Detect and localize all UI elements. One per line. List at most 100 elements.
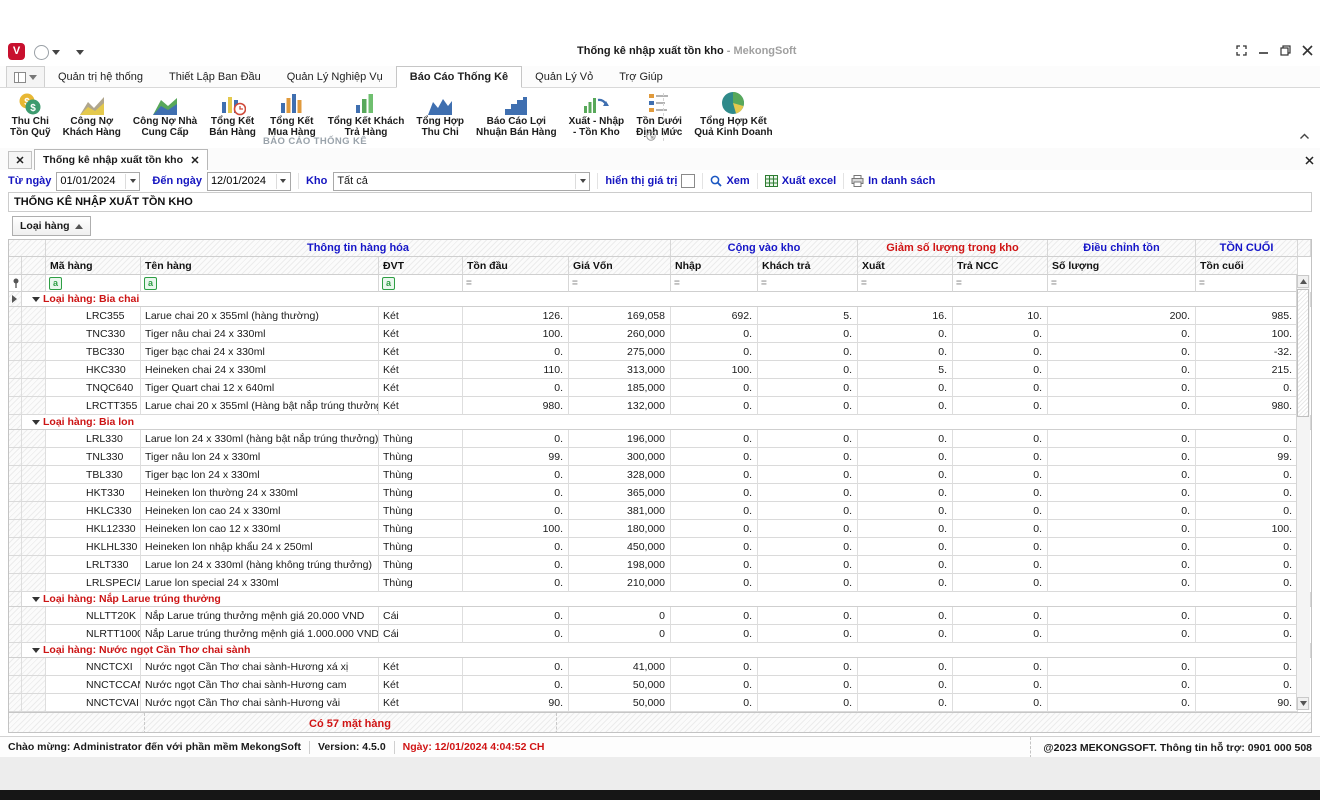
data-cell-mã-hàng[interactable]: LRC355 bbox=[46, 307, 141, 325]
data-cell-số-lượng[interactable]: 0. bbox=[1048, 397, 1196, 415]
warehouse-dropdown-icon[interactable] bbox=[575, 174, 589, 189]
data-cell-số-lượng[interactable]: 0. bbox=[1048, 625, 1196, 643]
data-cell-mã-hàng[interactable]: NNCTCXI bbox=[46, 658, 141, 676]
data-cell-tên-hàng[interactable]: Tiger bạc chai 24 x 330ml bbox=[141, 343, 379, 361]
data-cell-xuất[interactable]: 0. bbox=[858, 325, 953, 343]
data-cell-tên-hàng[interactable]: Larue chai 20 x 355ml (Hàng bật nắp trún… bbox=[141, 397, 379, 415]
data-cell-tồn-đầu[interactable]: 0. bbox=[463, 343, 569, 361]
data-cell-mã-hàng[interactable]: LRLSPECIAL330 bbox=[46, 574, 141, 592]
data-cell-giá-vốn[interactable]: 185,000 bbox=[569, 379, 671, 397]
data-cell-mã-hàng[interactable]: TBC330 bbox=[46, 343, 141, 361]
data-cell-trả-ncc[interactable]: 0. bbox=[953, 361, 1048, 379]
data-cell-mã-hàng[interactable]: HKLC330 bbox=[46, 502, 141, 520]
data-cell-đvt[interactable]: Két bbox=[379, 397, 463, 415]
data-cell-khách-trả[interactable]: 0. bbox=[758, 343, 858, 361]
data-cell-xuất[interactable]: 0. bbox=[858, 556, 953, 574]
data-cell-trả-ncc[interactable]: 0. bbox=[953, 430, 1048, 448]
data-cell-đvt[interactable]: Thùng bbox=[379, 574, 463, 592]
data-cell-mã-hàng[interactable]: TBL330 bbox=[46, 466, 141, 484]
column-header-tên-hàng[interactable]: Tên hàng bbox=[141, 257, 379, 275]
collapse-group-icon[interactable] bbox=[32, 648, 40, 653]
column-header-nhập[interactable]: Nhập bbox=[671, 257, 758, 275]
data-cell-trả-ncc[interactable]: 0. bbox=[953, 694, 1048, 712]
data-cell-tồn-đầu[interactable]: 110. bbox=[463, 361, 569, 379]
data-row[interactable]: NLRTT1000KNắp Larue trúng thưởng mệnh gi… bbox=[9, 625, 1311, 643]
quick-access-dropdown-icon[interactable] bbox=[52, 50, 60, 55]
menu-tab-báo-cáo-thống-kê[interactable]: Báo Cáo Thống Kê bbox=[396, 66, 522, 88]
menu-tab-trợ-giúp[interactable]: Trợ Giúp bbox=[606, 67, 675, 87]
ribbon-item-t-ng-h-p-thu-chi[interactable]: Tổng HợpThu Chi bbox=[410, 90, 470, 138]
data-cell-đvt[interactable]: Thùng bbox=[379, 466, 463, 484]
data-cell-trả-ncc[interactable]: 0. bbox=[953, 556, 1048, 574]
data-cell-số-lượng[interactable]: 0. bbox=[1048, 361, 1196, 379]
data-cell-mã-hàng[interactable]: NNCTCVAI bbox=[46, 694, 141, 712]
data-cell-khách-trả[interactable]: 0. bbox=[758, 502, 858, 520]
filter-cell-mã-hàng[interactable]: a bbox=[46, 275, 141, 292]
group-row[interactable]: Loại hàng: Nước ngọt Cần Thơ chai sành bbox=[9, 643, 1311, 658]
column-header-mã-hàng[interactable]: Mã hàng bbox=[46, 257, 141, 275]
data-row[interactable]: TBL330Tiger bạc lon 24 x 330mlThùng0.328… bbox=[9, 466, 1311, 484]
filter-cell-khách-trả[interactable]: = bbox=[758, 275, 858, 292]
data-cell-nhập[interactable]: 0. bbox=[671, 607, 758, 625]
data-cell-đvt[interactable]: Két bbox=[379, 343, 463, 361]
data-row[interactable]: HKLC330Heineken lon cao 24 x 330mlThùng0… bbox=[9, 502, 1311, 520]
data-cell-xuất[interactable]: 0. bbox=[858, 574, 953, 592]
data-cell-nhập[interactable]: 0. bbox=[671, 466, 758, 484]
data-cell-đvt[interactable]: Két bbox=[379, 379, 463, 397]
data-cell-số-lượng[interactable]: 0. bbox=[1048, 430, 1196, 448]
data-cell-giá-vốn[interactable]: 196,000 bbox=[569, 430, 671, 448]
ribbon-item-c-ng-n-nh-cung-c-p[interactable]: Công Nợ NhàCung Cấp bbox=[127, 90, 203, 138]
data-cell-tên-hàng[interactable]: Heineken lon cao 24 x 330ml bbox=[141, 502, 379, 520]
data-cell-xuất[interactable]: 0. bbox=[858, 625, 953, 643]
data-cell-tồn-cuối[interactable]: 215. bbox=[1196, 361, 1298, 379]
filter-cell-xuất[interactable]: = bbox=[858, 275, 953, 292]
data-cell-tên-hàng[interactable]: Larue lon 24 x 330ml (hàng không trúng t… bbox=[141, 556, 379, 574]
data-cell-xuất[interactable]: 16. bbox=[858, 307, 953, 325]
column-header-tồn-cuối[interactable]: Tồn cuối bbox=[1196, 257, 1298, 275]
from-date-dropdown-icon[interactable] bbox=[125, 174, 139, 189]
data-cell-giá-vốn[interactable]: 0 bbox=[569, 625, 671, 643]
data-cell-xuất[interactable]: 5. bbox=[858, 361, 953, 379]
ribbon-item-t-ng-h-p-k-t-qu-kinh-doanh[interactable]: Tổng Hợp KếtQuả Kinh Doanh bbox=[688, 90, 778, 138]
data-cell-tồn-đầu[interactable]: 100. bbox=[463, 325, 569, 343]
data-cell-nhập[interactable]: 0. bbox=[671, 694, 758, 712]
filter-cell-giá-vốn[interactable]: = bbox=[569, 275, 671, 292]
column-header-xuất[interactable]: Xuất bbox=[858, 257, 953, 275]
data-cell-trả-ncc[interactable]: 0. bbox=[953, 520, 1048, 538]
data-cell-tên-hàng[interactable]: Tiger nâu lon 24 x 330ml bbox=[141, 448, 379, 466]
data-cell-giá-vốn[interactable]: 169,058 bbox=[569, 307, 671, 325]
scroll-down-button[interactable] bbox=[1297, 697, 1309, 710]
data-cell-giá-vốn[interactable]: 210,000 bbox=[569, 574, 671, 592]
data-cell-tồn-cuối[interactable]: 0. bbox=[1196, 625, 1298, 643]
data-cell-đvt[interactable]: Thùng bbox=[379, 448, 463, 466]
data-cell-khách-trả[interactable]: 0. bbox=[758, 658, 858, 676]
data-cell-đvt[interactable]: Két bbox=[379, 658, 463, 676]
data-cell-tồn-đầu[interactable]: 0. bbox=[463, 379, 569, 397]
filter-cell-trả-ncc[interactable]: = bbox=[953, 275, 1048, 292]
data-cell-tên-hàng[interactable]: Tiger bạc lon 24 x 330ml bbox=[141, 466, 379, 484]
data-row[interactable]: HKLHL330Heineken lon nhập khẩu 24 x 250m… bbox=[9, 538, 1311, 556]
data-cell-xuất[interactable]: 0. bbox=[858, 658, 953, 676]
data-cell-tồn-cuối[interactable]: 0. bbox=[1196, 574, 1298, 592]
data-cell-tồn-cuối[interactable]: 90. bbox=[1196, 694, 1298, 712]
restore-button[interactable] bbox=[1279, 44, 1292, 57]
vertical-scrollbar[interactable] bbox=[1296, 275, 1310, 710]
data-cell-khách-trả[interactable]: 0. bbox=[758, 520, 858, 538]
data-cell-tồn-đầu[interactable]: 0. bbox=[463, 538, 569, 556]
data-row[interactable]: HKL12330Heineken lon cao 12 x 330mlThùng… bbox=[9, 520, 1311, 538]
group-row[interactable]: Loại hàng: Bia chai bbox=[9, 292, 1311, 307]
ribbon-item-t-ng-k-t-kh-ch-tr-h-ng[interactable]: Tổng Kết KháchTrả Hàng bbox=[322, 90, 411, 138]
data-cell-khách-trả[interactable]: 0. bbox=[758, 379, 858, 397]
filter-pin-icon[interactable] bbox=[9, 275, 22, 292]
group-row[interactable]: Loại hàng: Bia lon bbox=[9, 415, 1311, 430]
close-document-button[interactable] bbox=[1305, 152, 1314, 170]
data-cell-đvt[interactable]: Thùng bbox=[379, 556, 463, 574]
data-row[interactable]: LRC355Larue chai 20 x 355ml (hàng thường… bbox=[9, 307, 1311, 325]
warehouse-combobox[interactable]: Tất cả bbox=[333, 172, 590, 191]
data-row[interactable]: NLLTT20KNắp Larue trúng thưởng mệnh giá … bbox=[9, 607, 1311, 625]
data-cell-tồn-đầu[interactable]: 0. bbox=[463, 484, 569, 502]
data-cell-khách-trả[interactable]: 0. bbox=[758, 325, 858, 343]
data-cell-tồn-cuối[interactable]: 0. bbox=[1196, 607, 1298, 625]
data-cell-giá-vốn[interactable]: 365,000 bbox=[569, 484, 671, 502]
data-cell-trả-ncc[interactable]: 0. bbox=[953, 484, 1048, 502]
